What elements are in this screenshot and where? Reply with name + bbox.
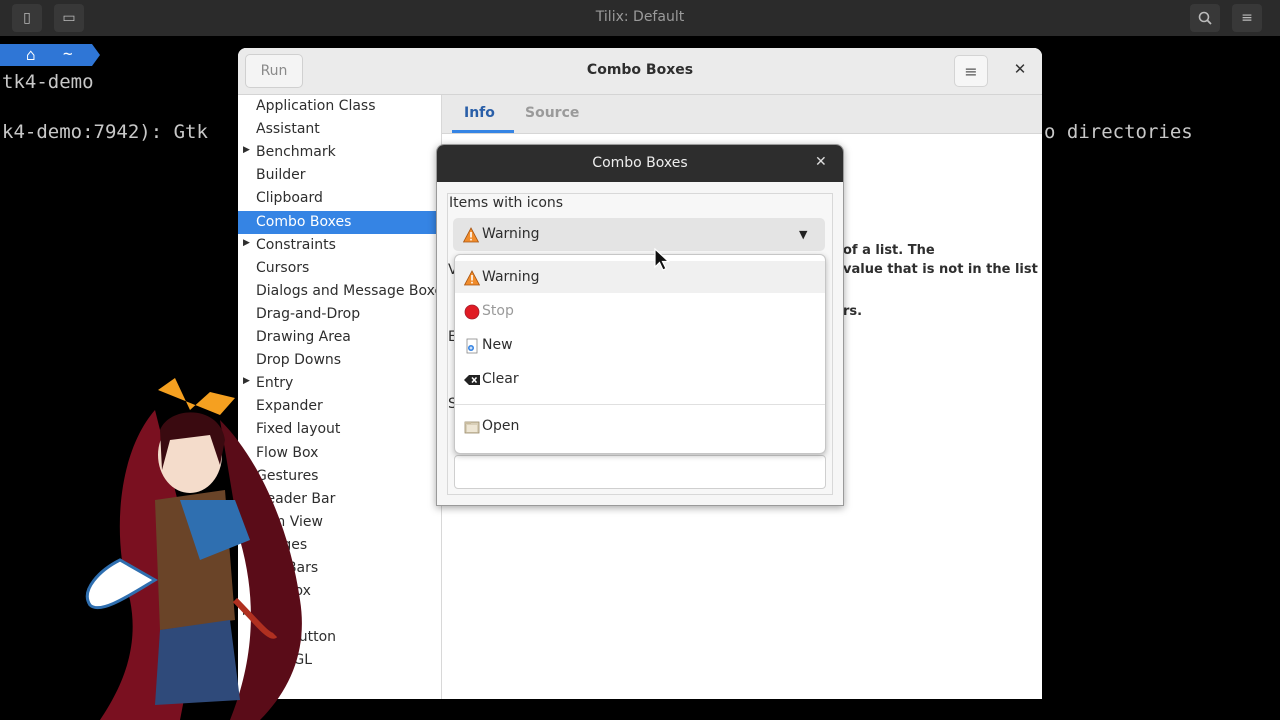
hamburger-menu-icon[interactable]: ≡: [954, 55, 988, 87]
terminal-line: tk4-demo: [2, 71, 94, 93]
window-title: Combo Boxes: [586, 62, 694, 78]
mouse-pointer-icon: [654, 248, 670, 271]
hamburger-menu-icon[interactable]: ≡: [1232, 4, 1262, 32]
sidebar-item[interactable]: Application Class: [238, 95, 441, 118]
sidebar-item[interactable]: Assistant: [238, 118, 441, 141]
combo-value: Warning: [482, 226, 540, 242]
list-item-label: Clear: [482, 371, 519, 387]
combo-popup-list: Warning Stop New Clear Open: [454, 254, 826, 454]
list-item-label: Stop: [482, 303, 514, 319]
tab-info[interactable]: Info: [464, 105, 495, 121]
terminal-line: o directories: [1044, 121, 1193, 143]
new-document-icon: [466, 338, 478, 354]
dialog-title: Combo Boxes: [592, 155, 688, 171]
sidebar-item-label: Benchmark: [256, 144, 336, 161]
sidebar-item-label: Assistant: [256, 121, 320, 138]
tilix-window-title: Tilix: Default: [595, 9, 685, 25]
list-item-label: Open: [482, 418, 520, 434]
shell-prompt: ⌂ ~: [0, 44, 100, 66]
sidebar-item[interactable]: Drawing Area: [238, 326, 441, 349]
sidebar-item-label: Builder: [256, 167, 306, 184]
sidebar-item-label: Clipboard: [256, 190, 323, 207]
dialog-header: Combo Boxes ✕: [437, 145, 843, 182]
list-item-new[interactable]: New: [455, 329, 825, 361]
sidebar-item[interactable]: ▶ Constraints: [238, 234, 441, 257]
sidebar-item[interactable]: Drag-and-Drop: [238, 303, 441, 326]
sidebar-item[interactable]: Cursors: [238, 257, 441, 280]
combo-entry[interactable]: [454, 455, 826, 489]
list-item-stop[interactable]: Stop: [455, 295, 825, 327]
clear-icon: [464, 375, 480, 385]
expand-arrow-icon[interactable]: ▶: [243, 145, 250, 155]
list-item-clear[interactable]: Clear: [455, 363, 825, 395]
sidebar-item-label: Cursors: [256, 259, 310, 276]
sidebar-item[interactable]: Clipboard: [238, 187, 441, 210]
sidebar-item[interactable]: Combo Boxes: [238, 210, 441, 234]
expand-arrow-icon[interactable]: ▶: [243, 238, 250, 248]
warning-icon: [464, 270, 480, 286]
home-icon: ⌂: [26, 45, 36, 64]
close-icon[interactable]: ✕: [815, 154, 827, 170]
active-tab-indicator: [452, 130, 514, 133]
close-icon[interactable]: ✕: [1010, 60, 1030, 80]
list-item-label: New: [482, 337, 513, 353]
stop-icon: [464, 304, 480, 320]
chevron-down-icon: ▼: [799, 228, 808, 241]
sidebar-item[interactable]: Dialogs and Message Boxes: [238, 280, 441, 303]
prompt-directory: ~: [63, 44, 73, 63]
info-text: of a list. The: [843, 243, 935, 258]
info-text: rs.: [843, 304, 863, 319]
sidebar-item-label: Constraints: [256, 236, 336, 253]
search-icon[interactable]: [1190, 4, 1220, 32]
list-item-open[interactable]: Open: [455, 410, 825, 442]
terminal-line: k4-demo:7942): Gtk: [2, 121, 208, 143]
sidebar-item-label: Dialogs and Message Boxes: [256, 282, 442, 299]
tilix-header-bar: ▯ ▭ Tilix: Default ≡: [0, 0, 1280, 36]
list-item-warning[interactable]: Warning: [455, 261, 825, 293]
icon-combo-box[interactable]: Warning ▼: [453, 218, 825, 251]
sidebar-item-label: Drawing Area: [256, 329, 351, 345]
info-text: value that is not in the list: [843, 262, 1038, 277]
folder-open-icon: [464, 421, 480, 434]
sidebar-item[interactable]: ▶ Benchmark: [238, 141, 441, 164]
section-label: Items with icons: [449, 195, 564, 211]
list-item-label: Warning: [482, 269, 540, 285]
tab-bar: Info Source: [442, 95, 1042, 134]
sidebar-item[interactable]: Drop Downs: [238, 349, 441, 372]
gtk-header-bar: Run Combo Boxes ≡ ✕: [238, 48, 1042, 95]
divider: [455, 404, 825, 405]
sidebar-item-label: Combo Boxes: [256, 213, 352, 230]
sidebar-item-label: Drop Downs: [256, 352, 342, 369]
sidebar-item-label: Drag-and-Drop: [256, 305, 361, 322]
sidebar-item-label: Application Class: [256, 98, 376, 114]
tab-source[interactable]: Source: [525, 105, 579, 121]
warning-icon: [463, 227, 479, 243]
vtuber-avatar: [85, 378, 302, 720]
sidebar-item[interactable]: Builder: [238, 164, 441, 187]
